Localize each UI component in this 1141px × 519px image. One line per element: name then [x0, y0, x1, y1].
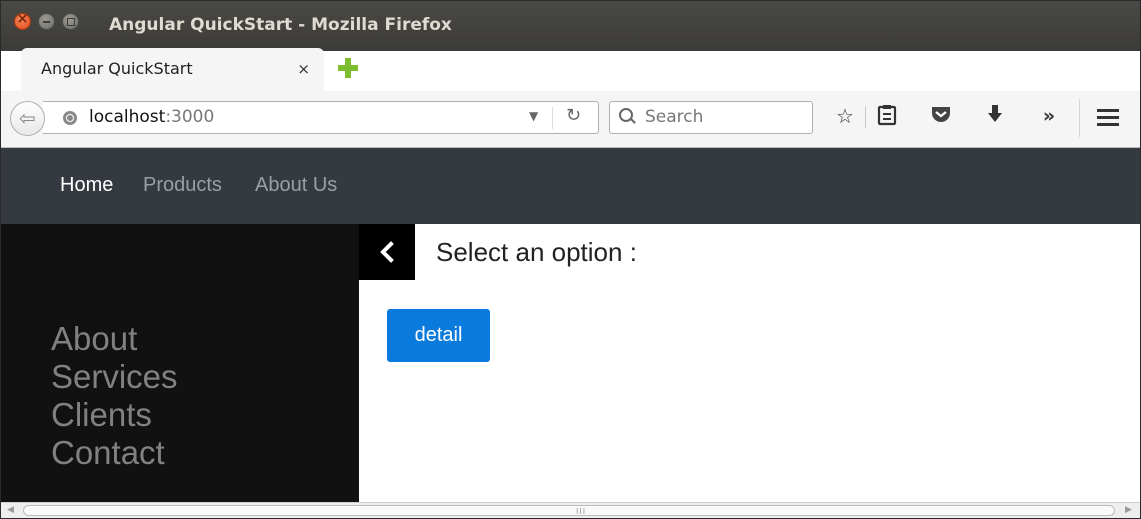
- back-button[interactable]: ⇦: [10, 101, 45, 136]
- navigation-toolbar: localhost:3000 ▼ ↻ ⇦ Search ☆ »: [1, 91, 1140, 148]
- download-icon[interactable]: [983, 104, 1007, 128]
- title-bar: Angular QuickStart - Mozilla Firefox Ang…: [1, 1, 1140, 91]
- detail-button[interactable]: detail: [387, 309, 490, 362]
- tab-close-icon[interactable]: ×: [297, 60, 310, 78]
- search-placeholder: Search: [645, 107, 704, 127]
- browser-window: Angular QuickStart - Mozilla Firefox Ang…: [0, 0, 1141, 519]
- sidebar-item-contact[interactable]: Contact: [51, 434, 165, 472]
- nav-link-about-us[interactable]: About Us: [255, 174, 337, 197]
- globe-icon: [63, 111, 77, 125]
- reload-icon[interactable]: ↻: [566, 105, 581, 126]
- horizontal-scrollbar[interactable]: ◀ III ▶: [1, 502, 1140, 518]
- reading-list-icon[interactable]: [875, 104, 899, 128]
- window-title: Angular QuickStart - Mozilla Firefox: [109, 15, 452, 35]
- search-input[interactable]: Search: [609, 101, 813, 134]
- window-maximize-icon[interactable]: [62, 13, 79, 30]
- scrollbar-thumb[interactable]: III: [23, 505, 1115, 516]
- sidebar-item-clients[interactable]: Clients: [51, 396, 152, 434]
- toolbar-separator: [1079, 99, 1080, 137]
- url-separator: [552, 107, 553, 129]
- site-navbar: Home Products About Us: [1, 148, 1140, 224]
- chevron-left-icon: [380, 241, 394, 263]
- web-page: Home Products About Us About Services Cl…: [1, 148, 1140, 502]
- url-host: localhost: [89, 107, 166, 127]
- bookmark-star-icon[interactable]: ☆: [833, 104, 857, 128]
- url-bar[interactable]: localhost:3000 ▼ ↻: [43, 101, 599, 134]
- main-content: Select an option : detail: [359, 224, 1140, 502]
- search-icon: [619, 108, 633, 122]
- collapse-sidebar-button[interactable]: [359, 224, 415, 280]
- nav-link-products[interactable]: Products: [143, 174, 222, 197]
- scroll-left-icon[interactable]: ◀: [7, 505, 14, 515]
- tab-title: Angular QuickStart: [41, 59, 193, 78]
- select-option-heading: Select an option :: [436, 237, 637, 267]
- window-close-icon[interactable]: [14, 11, 31, 30]
- scrollbar-grip-icon: III: [576, 507, 587, 516]
- back-icon: ⇦: [19, 106, 36, 130]
- pocket-icon[interactable]: [929, 104, 953, 128]
- sidebar: About Services Clients Contact: [1, 224, 359, 502]
- url-text: localhost:3000: [89, 107, 214, 127]
- sidebar-item-about[interactable]: About: [51, 320, 137, 358]
- overflow-icon[interactable]: »: [1037, 104, 1061, 128]
- dropdown-icon[interactable]: ▼: [529, 109, 538, 123]
- toolbar-separator: [865, 106, 866, 128]
- tab-angular-quickstart[interactable]: Angular QuickStart ×: [21, 48, 324, 91]
- menu-icon[interactable]: [1097, 109, 1119, 127]
- nav-link-home[interactable]: Home: [60, 174, 113, 197]
- window-minimize-icon[interactable]: [38, 13, 55, 30]
- new-tab-icon[interactable]: [338, 58, 358, 78]
- url-port: :3000: [165, 107, 215, 127]
- scroll-right-icon[interactable]: ▶: [1125, 505, 1132, 515]
- sidebar-item-services[interactable]: Services: [51, 358, 178, 396]
